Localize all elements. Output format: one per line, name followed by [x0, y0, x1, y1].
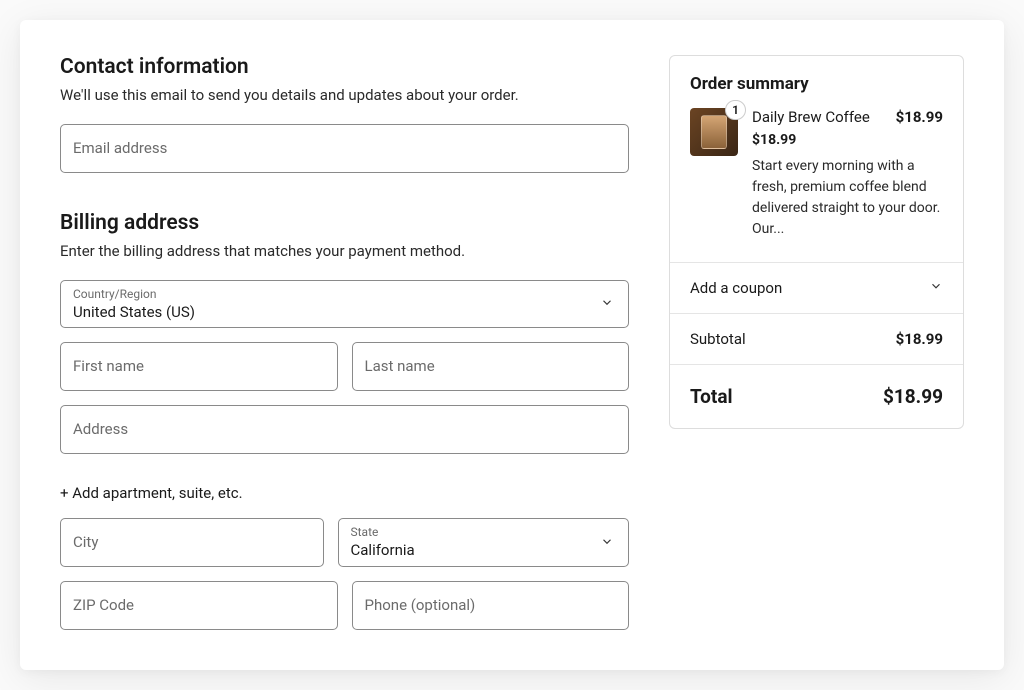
- item-body: Daily Brew Coffee $18.99 $18.99 Start ev…: [752, 108, 943, 240]
- contact-section: Contact information We'll use this email…: [60, 55, 629, 173]
- city-field[interactable]: City: [60, 518, 324, 567]
- summary-item: 1 Daily Brew Coffee $18.99 $18.99 Start …: [670, 108, 963, 262]
- city-input[interactable]: [73, 534, 311, 552]
- first-name-input[interactable]: [73, 358, 325, 376]
- item-description: Start every morning with a fresh, premiu…: [752, 156, 943, 240]
- state-label: State: [351, 525, 379, 539]
- state-select[interactable]: State California: [338, 518, 630, 567]
- chevron-down-icon: [929, 279, 943, 297]
- state-value: California: [351, 541, 589, 559]
- address-field[interactable]: Address: [60, 405, 629, 454]
- last-name-input[interactable]: [365, 358, 617, 376]
- item-line-price: $18.99: [896, 108, 943, 126]
- zip-field[interactable]: ZIP Code: [60, 581, 338, 630]
- order-summary: Order summary 1 Daily Brew Coffee $18.99…: [669, 55, 964, 429]
- phone-input[interactable]: [365, 597, 617, 615]
- subtotal-label: Subtotal: [690, 330, 746, 348]
- country-value: United States (US): [73, 303, 588, 321]
- zip-input[interactable]: [73, 597, 325, 615]
- billing-section: Billing address Enter the billing addres…: [60, 211, 629, 630]
- add-coupon-toggle[interactable]: Add a coupon: [670, 262, 963, 313]
- total-label: Total: [690, 385, 733, 408]
- subtotal-row: Subtotal $18.99: [670, 313, 963, 364]
- country-label: Country/Region: [73, 287, 157, 301]
- subtotal-value: $18.99: [896, 330, 943, 348]
- item-name: Daily Brew Coffee: [752, 108, 870, 126]
- chevron-down-icon: [600, 533, 614, 552]
- billing-subtitle: Enter the billing address that matches y…: [60, 241, 629, 262]
- coupon-label: Add a coupon: [690, 279, 782, 297]
- coffee-bag-icon: [701, 115, 727, 149]
- email-input[interactable]: [73, 140, 616, 158]
- order-summary-column: Order summary 1 Daily Brew Coffee $18.99…: [669, 55, 964, 630]
- first-name-field[interactable]: First name: [60, 342, 338, 391]
- total-row: Total $18.99: [670, 364, 963, 428]
- checkout-form: Contact information We'll use this email…: [60, 55, 629, 630]
- email-field[interactable]: Email address: [60, 124, 629, 173]
- address-input[interactable]: [73, 421, 616, 439]
- product-thumbnail-wrap: 1: [690, 108, 738, 156]
- quantity-badge: 1: [725, 100, 746, 120]
- phone-field[interactable]: Phone (optional): [352, 581, 630, 630]
- chevron-down-icon: [600, 295, 614, 314]
- checkout-card: Contact information We'll use this email…: [20, 20, 1004, 670]
- last-name-field[interactable]: Last name: [352, 342, 630, 391]
- billing-title: Billing address: [60, 211, 629, 235]
- item-unit-price: $18.99: [752, 132, 943, 148]
- summary-title: Order summary: [670, 56, 963, 108]
- total-value: $18.99: [883, 385, 943, 408]
- contact-title: Contact information: [60, 55, 629, 79]
- contact-subtitle: We'll use this email to send you details…: [60, 85, 629, 106]
- country-select[interactable]: Country/Region United States (US): [60, 280, 629, 328]
- add-apartment-link[interactable]: + Add apartment, suite, etc.: [60, 484, 243, 502]
